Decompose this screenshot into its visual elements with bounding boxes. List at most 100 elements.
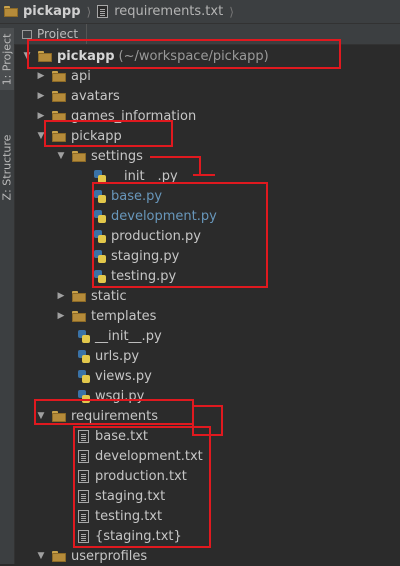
expanded-arrow-icon[interactable]: ▼ [36, 411, 46, 421]
tree-row-file[interactable]: development.txt [14, 446, 400, 466]
tree-item-label: development.txt [95, 448, 203, 464]
folder-icon [52, 410, 66, 422]
tree-item-label: pickapp [71, 128, 122, 144]
tree-item-label: games_information [71, 108, 197, 124]
text-file-icon [78, 529, 89, 543]
python-file-icon [78, 389, 90, 403]
breadcrumb-file-label: requirements.txt [114, 4, 224, 19]
tree-row-file[interactable]: __init__.py [14, 166, 400, 186]
project-panel-header: Project [14, 24, 400, 45]
tree-item-label: __init__.py [111, 168, 178, 184]
tree-row-file[interactable]: testing.txt [14, 506, 400, 526]
folder-icon [52, 90, 66, 102]
python-file-icon [94, 209, 106, 223]
tree-root-path: (~/workspace/pickapp) [118, 48, 269, 64]
tree-row-folder[interactable]: ▼ requirements [14, 406, 400, 426]
navigation-bar: pickapp ⟩ requirements.txt ⟩ [0, 0, 400, 24]
tree-row-file[interactable]: views.py [14, 366, 400, 386]
tree-item-label: base.py [111, 188, 163, 204]
tree-row-folder[interactable]: ▶ avatars [14, 86, 400, 106]
tree-row-file[interactable]: wsgi.py [14, 386, 400, 406]
tree-row-file[interactable]: production.py [14, 226, 400, 246]
python-file-icon [94, 269, 106, 283]
tree-item-label: testing.py [111, 268, 177, 284]
project-view-label: Project [37, 27, 79, 41]
tree-item-label: development.py [111, 208, 217, 224]
tree-row-folder[interactable]: ▶ api [14, 66, 400, 86]
text-file-icon [78, 469, 89, 483]
python-file-icon [78, 369, 90, 383]
folder-icon [72, 290, 86, 302]
tree-item-label: avatars [71, 88, 120, 104]
tree-row-folder[interactable]: ▼ settings [14, 146, 400, 166]
python-file-icon [94, 189, 106, 203]
tree-item-label: settings [91, 148, 143, 164]
folder-icon [72, 150, 86, 162]
tree-item-label: userprofiles [71, 548, 148, 564]
tree-row-file[interactable]: staging.py [14, 246, 400, 266]
expanded-arrow-icon[interactable]: ▼ [36, 131, 46, 141]
breadcrumb-separator-icon: ⟩ [86, 4, 92, 19]
collapsed-arrow-icon[interactable]: ▶ [36, 91, 46, 101]
tree-row-file[interactable]: staging.txt [14, 486, 400, 506]
tree-item-label: production.txt [95, 468, 187, 484]
collapsed-arrow-icon[interactable]: ▶ [56, 291, 66, 301]
tree-item-label: __init__.py [95, 328, 162, 344]
tree-row-file[interactable]: __init__.py [14, 326, 400, 346]
python-file-icon [94, 249, 106, 263]
breadcrumb-separator-icon: ⟩ [229, 4, 234, 19]
tree-item-label: templates [91, 308, 157, 324]
tool-tab-structure-label: Z: Structure [0, 134, 14, 200]
tree-row-folder[interactable]: ▼ pickapp [14, 126, 400, 146]
tree-item-label: testing.txt [95, 508, 163, 524]
text-file-icon [97, 5, 109, 18]
tree-row-folder[interactable]: ▼ userprofiles [14, 546, 400, 566]
python-file-icon [94, 169, 106, 183]
text-file-icon [78, 449, 89, 463]
breadcrumb-root-label: pickapp [23, 4, 81, 19]
tree-item-label: staging.py [111, 248, 180, 264]
tree-row-file[interactable]: testing.py [14, 266, 400, 286]
tree-item-label: urls.py [95, 348, 140, 364]
collapsed-arrow-icon[interactable]: ▶ [36, 71, 46, 81]
tree-row-file[interactable]: production.txt [14, 466, 400, 486]
tree-row-file[interactable]: development.py [14, 206, 400, 226]
text-file-icon [78, 429, 89, 443]
folder-icon [52, 130, 66, 142]
expanded-arrow-icon[interactable]: ▼ [56, 151, 66, 161]
tree-row-folder[interactable]: ▶ static [14, 286, 400, 306]
expanded-arrow-icon[interactable]: ▼ [22, 51, 32, 61]
tree-item-label: base.txt [95, 428, 149, 444]
tool-window-strip: 1: Project Z: Structure [0, 24, 15, 564]
project-folder-icon [38, 50, 52, 62]
tree-row-file[interactable]: {staging.txt} [14, 526, 400, 546]
tree-item-label: requirements [71, 408, 158, 424]
python-file-icon [78, 329, 90, 343]
tree-item-label: staging.txt [95, 488, 166, 504]
tool-tab-project[interactable]: 1: Project [0, 28, 14, 90]
tree-row-file[interactable]: base.py [14, 186, 400, 206]
breadcrumb-file[interactable]: requirements.txt [93, 0, 227, 24]
python-file-icon [94, 229, 106, 243]
collapsed-arrow-icon[interactable]: ▶ [36, 111, 46, 121]
collapsed-arrow-icon[interactable]: ▶ [56, 311, 66, 321]
tree-item-label: production.py [111, 228, 201, 244]
python-file-icon [78, 349, 90, 363]
tool-tab-project-label: 1: Project [0, 33, 14, 85]
tree-root-name: pickapp [57, 48, 115, 64]
tree-row-folder[interactable]: ▶ games_information [14, 106, 400, 126]
tree-item-label: static [91, 288, 127, 304]
text-file-icon [78, 489, 89, 503]
folder-icon [52, 110, 66, 122]
breadcrumb-root[interactable]: pickapp [0, 0, 85, 24]
tree-item-label: {staging.txt} [95, 528, 182, 544]
folder-icon [52, 70, 66, 82]
tree-row-project-root[interactable]: ▼ pickapp (~/workspace/pickapp) [14, 46, 400, 66]
tool-tab-structure[interactable]: Z: Structure [0, 124, 14, 210]
expanded-arrow-icon[interactable]: ▼ [36, 551, 46, 561]
tree-row-file[interactable]: urls.py [14, 346, 400, 366]
project-view-dropdown[interactable]: Project [14, 24, 88, 44]
tree-row-file[interactable]: base.txt [14, 426, 400, 446]
tree-row-folder[interactable]: ▶ templates [14, 306, 400, 326]
tree-item-label: views.py [95, 368, 152, 384]
